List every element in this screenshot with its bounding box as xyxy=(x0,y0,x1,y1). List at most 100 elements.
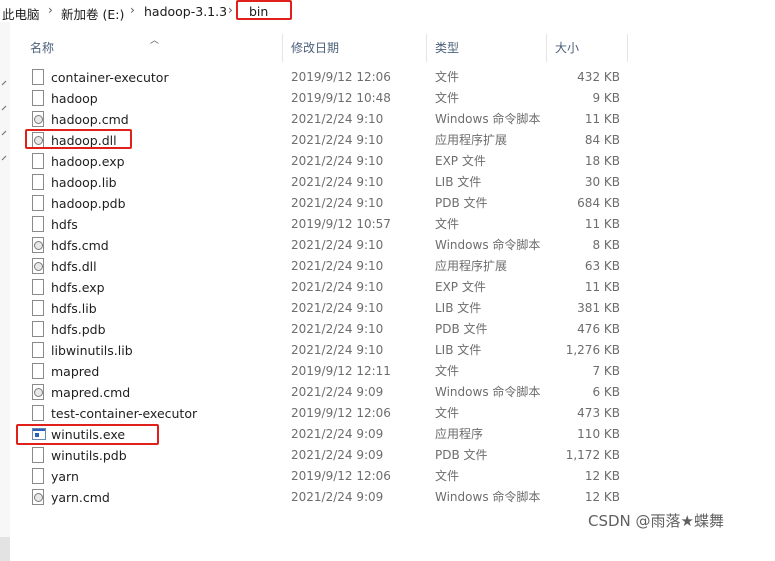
script-icon xyxy=(32,237,44,253)
file-type: Windows 命令脚本 xyxy=(435,490,541,504)
file-type: 文件 xyxy=(435,91,460,105)
file-date: 2019/9/12 10:48 xyxy=(291,91,391,105)
file-size: 432 KB xyxy=(577,70,620,84)
file-date: 2021/2/24 9:10 xyxy=(291,154,384,168)
breadcrumb-item-hadoop[interactable]: hadoop-3.1.3 xyxy=(144,4,227,19)
file-size: 11 KB xyxy=(584,280,620,294)
file-type: 应用程序扩展 xyxy=(435,259,508,273)
scrollbar-thumb[interactable] xyxy=(0,537,10,561)
file-row[interactable]: container-executor 2019/9/12 12:06 文件 432 K… xyxy=(22,67,628,88)
file-icon xyxy=(32,405,44,421)
file-row[interactable]: winutils.pdb 2021/2/24 9:09 PDB 文件 1,172 KB xyxy=(22,445,628,466)
file-name: test-container-executor xyxy=(51,406,198,421)
file-row[interactable]: hadoop.cmd 2021/2/24 9:10 Windows 命令脚本 11 K… xyxy=(22,109,628,130)
file-row[interactable]: test-container-executor 2019/9/12 12:06 文件… xyxy=(22,403,628,424)
file-name: hadoop.exp xyxy=(51,154,125,169)
column-header-size[interactable]: 大小 xyxy=(547,34,628,62)
column-header-row: 名称 修改日期 类型 大小 xyxy=(22,34,628,62)
file-row[interactable]: hadoop.exp 2021/2/24 9:10 EXP 文件 18 KB xyxy=(22,151,628,172)
file-row[interactable]: yarn 2019/9/12 12:06 文件 12 KB xyxy=(22,466,628,487)
highlight-box-hadoop-dll xyxy=(25,129,132,149)
pin-icon xyxy=(1,80,7,86)
breadcrumb-item-drive[interactable]: 新加卷 (E:) xyxy=(61,4,124,23)
file-icon xyxy=(32,90,44,106)
file-date: 2019/9/12 12:06 xyxy=(291,469,391,483)
file-size: 7 KB xyxy=(592,364,620,378)
file-date: 2021/2/24 9:10 xyxy=(291,301,384,315)
file-size: 110 KB xyxy=(577,427,620,441)
file-type: PDB 文件 xyxy=(435,196,488,210)
file-date: 2021/2/24 9:10 xyxy=(291,133,384,147)
file-date: 2021/2/24 9:10 xyxy=(291,175,384,189)
file-size: 11 KB xyxy=(584,217,620,231)
file-row[interactable]: mapred 2019/9/12 12:11 文件 7 KB xyxy=(22,361,628,382)
file-type: PDB 文件 xyxy=(435,322,488,336)
breadcrumb: 此电脑 › 新加卷 (E:) › hadoop-3.1.3 › bin xyxy=(0,0,775,22)
file-name: libwinutils.lib xyxy=(51,343,133,358)
file-type: LIB 文件 xyxy=(435,301,482,315)
file-row[interactable]: hadoop 2019/9/12 10:48 文件 9 KB xyxy=(22,88,628,109)
file-type: LIB 文件 xyxy=(435,343,482,357)
file-name: mapred.cmd xyxy=(51,385,131,400)
file-type: 文件 xyxy=(435,469,460,483)
file-size: 12 KB xyxy=(584,490,620,504)
pin-icon xyxy=(1,155,7,161)
file-name: mapred xyxy=(51,364,100,379)
file-size: 30 KB xyxy=(584,175,620,189)
column-header-type[interactable]: 类型 xyxy=(427,34,547,62)
file-name: hdfs.cmd xyxy=(51,238,109,253)
column-header-name[interactable]: 名称 xyxy=(22,34,283,62)
file-size: 6 KB xyxy=(592,385,620,399)
file-name: yarn xyxy=(51,469,79,484)
file-icon xyxy=(32,468,44,484)
file-icon xyxy=(32,279,44,295)
file-icon xyxy=(32,195,44,211)
file-icon xyxy=(32,300,44,316)
navigation-pane[interactable] xyxy=(0,22,10,561)
file-size: 84 KB xyxy=(584,133,620,147)
file-icon xyxy=(32,447,44,463)
file-size: 18 KB xyxy=(584,154,620,168)
file-row[interactable]: hdfs.lib 2021/2/24 9:10 LIB 文件 381 KB xyxy=(22,298,628,319)
file-name: hdfs xyxy=(51,217,78,232)
file-type: 应用程序扩展 xyxy=(435,133,508,147)
file-row[interactable]: libwinutils.lib 2021/2/24 9:10 LIB 文件 1,276… xyxy=(22,340,628,361)
pin-icon xyxy=(1,105,7,111)
file-row[interactable]: hadoop.pdb 2021/2/24 9:10 PDB 文件 684 KB xyxy=(22,193,628,214)
file-name: hdfs.exp xyxy=(51,280,105,295)
file-icon xyxy=(32,153,44,169)
highlight-box-bin xyxy=(236,0,292,20)
file-row[interactable]: hadoop.lib 2021/2/24 9:10 LIB 文件 30 KB xyxy=(22,172,628,193)
breadcrumb-separator-icon: › xyxy=(228,3,233,17)
file-date: 2021/2/24 9:09 xyxy=(291,385,384,399)
file-type: PDB 文件 xyxy=(435,448,488,462)
file-name: hdfs.pdb xyxy=(51,322,106,337)
breadcrumb-item-this-pc[interactable]: 此电脑 xyxy=(2,4,40,23)
file-name: yarn.cmd xyxy=(51,490,110,505)
file-row[interactable]: hdfs.exp 2021/2/24 9:10 EXP 文件 11 KB xyxy=(22,277,628,298)
file-date: 2019/9/12 12:06 xyxy=(291,406,391,420)
column-header-date[interactable]: 修改日期 xyxy=(283,34,427,62)
file-row[interactable]: hdfs.dll 2021/2/24 9:10 应用程序扩展 63 KB xyxy=(22,256,628,277)
file-type: Windows 命令脚本 xyxy=(435,238,541,252)
file-row[interactable]: mapred.cmd 2021/2/24 9:09 Windows 命令脚本 6 KB xyxy=(22,382,628,403)
file-type: Windows 命令脚本 xyxy=(435,112,541,126)
file-size: 381 KB xyxy=(577,301,620,315)
file-icon xyxy=(32,174,44,190)
file-type: 文件 xyxy=(435,406,460,420)
file-row[interactable]: hdfs 2019/9/12 10:57 文件 11 KB xyxy=(22,214,628,235)
file-type: 文件 xyxy=(435,217,460,231)
file-row[interactable]: hdfs.pdb 2021/2/24 9:10 PDB 文件 476 KB xyxy=(22,319,628,340)
file-row[interactable]: yarn.cmd 2021/2/24 9:09 Windows 命令脚本 12 KB xyxy=(22,487,628,508)
file-size: 63 KB xyxy=(584,259,620,273)
file-type: LIB 文件 xyxy=(435,175,482,189)
file-size: 684 KB xyxy=(577,196,620,210)
script-icon xyxy=(32,489,44,505)
watermark: CSDN @雨落★蝶舞 xyxy=(588,512,724,530)
file-name: hdfs.lib xyxy=(51,301,97,316)
file-date: 2021/2/24 9:10 xyxy=(291,259,384,273)
file-date: 2021/2/24 9:09 xyxy=(291,448,384,462)
file-row[interactable]: hdfs.cmd 2021/2/24 9:10 Windows 命令脚本 8 KB xyxy=(22,235,628,256)
file-date: 2021/2/24 9:09 xyxy=(291,490,384,504)
file-type: EXP 文件 xyxy=(435,154,486,168)
